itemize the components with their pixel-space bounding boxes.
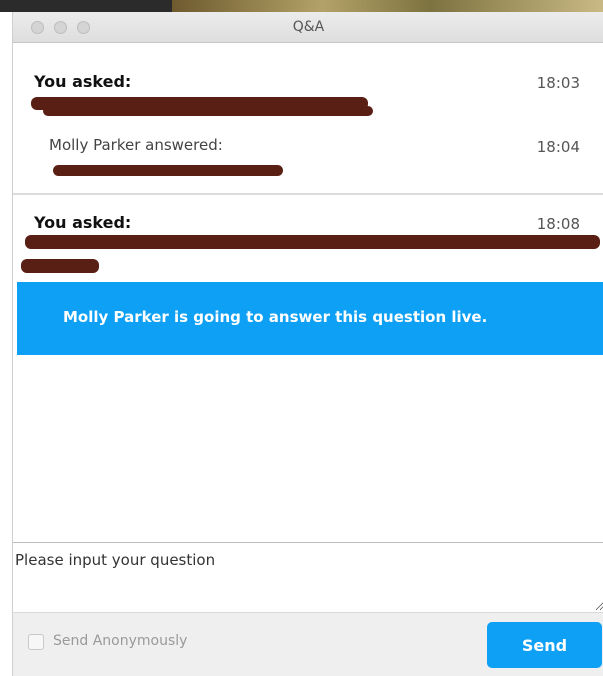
redacted-question-text — [21, 259, 99, 273]
asker-label: You asked: — [34, 213, 132, 232]
question-item: You asked: 18:08 — [13, 195, 603, 283]
title-bar: Q&A — [13, 12, 603, 43]
question-input-area — [13, 542, 603, 613]
question-input[interactable] — [13, 543, 603, 611]
send-anonymously-checkbox[interactable] — [28, 634, 44, 650]
asker-label: You asked: — [34, 72, 132, 91]
answerer-label: Molly Parker answered: — [49, 136, 223, 154]
send-button[interactable]: Send — [487, 622, 602, 668]
question-item: You asked: 18:03 Molly Parker answered: … — [13, 44, 603, 195]
window-title: Q&A — [292, 19, 325, 35]
question-time: 18:03 — [536, 74, 580, 92]
live-answer-banner: Molly Parker is going to answer this que… — [17, 282, 603, 355]
answer-time: 18:04 — [536, 138, 580, 156]
send-anonymously-label[interactable]: Send Anonymously — [53, 633, 187, 649]
redacted-question-text — [43, 106, 373, 116]
question-list[interactable]: You asked: 18:03 Molly Parker answered: … — [13, 44, 603, 554]
redacted-question-text — [25, 235, 600, 249]
footer-bar: Send Anonymously Send — [13, 612, 603, 676]
redacted-answer-text — [53, 165, 283, 176]
qa-window: Q&A You asked: 18:03 Molly Parker answer… — [12, 12, 603, 676]
backdrop-dark-area — [0, 0, 172, 12]
live-answer-status: Molly Parker is going to answer this que… — [63, 308, 488, 326]
question-time: 18:08 — [536, 215, 580, 233]
